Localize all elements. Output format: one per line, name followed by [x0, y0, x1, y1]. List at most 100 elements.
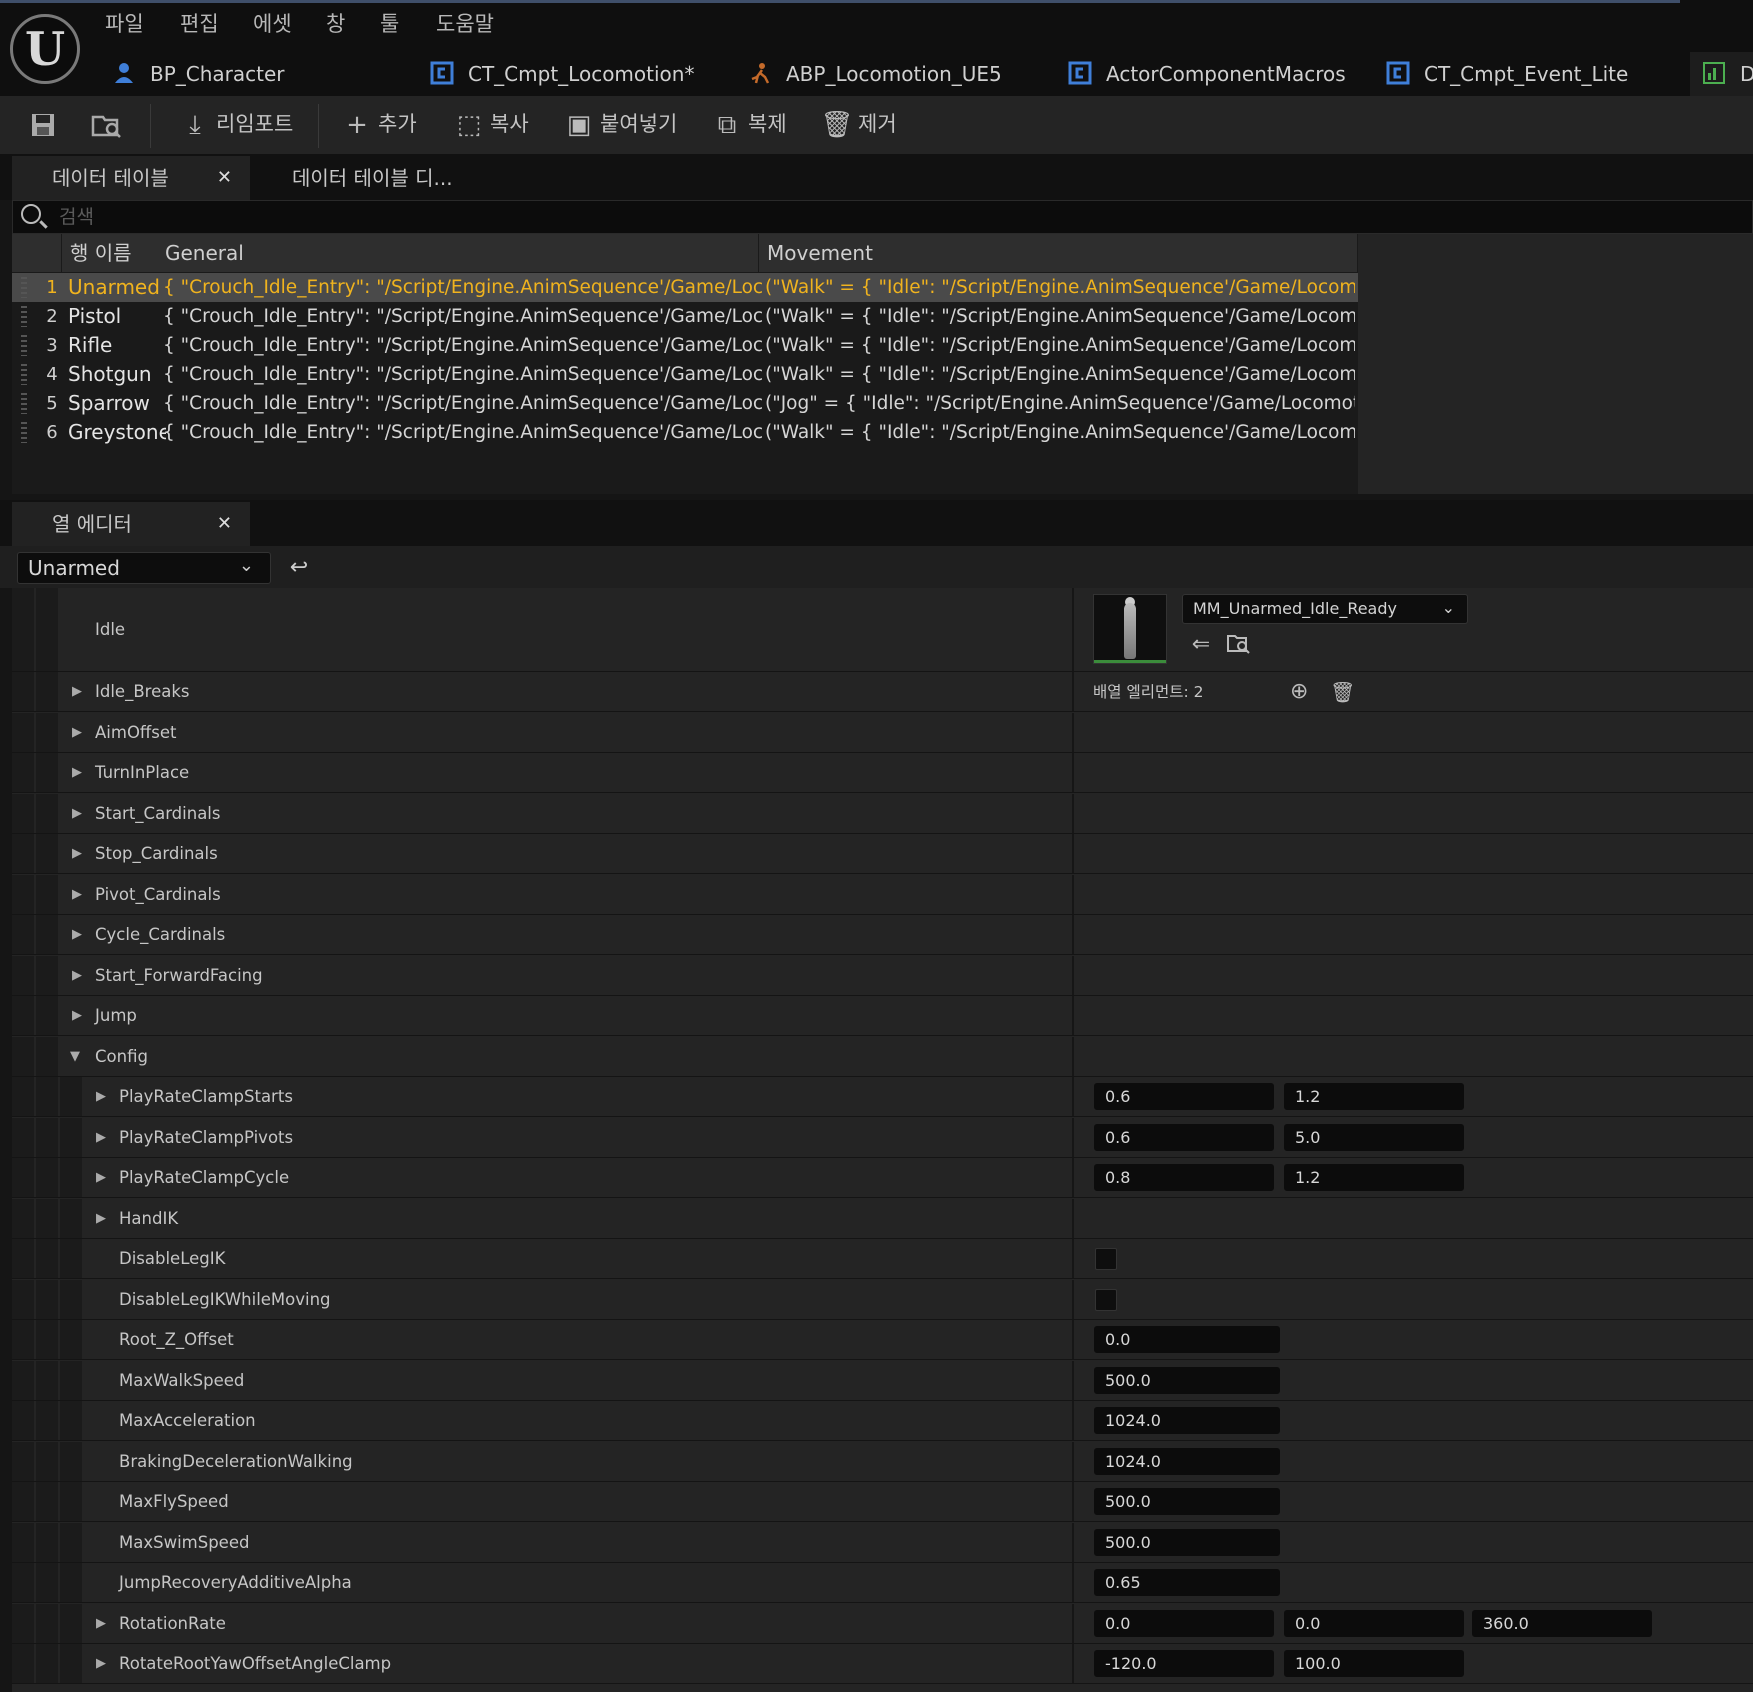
- menu-help[interactable]: 도움말: [436, 6, 494, 42]
- drag-handle-icon[interactable]: [21, 364, 27, 385]
- column-header-row-name[interactable]: 행 이름: [62, 234, 159, 272]
- numeric-field[interactable]: 500.0: [1094, 1367, 1280, 1394]
- menu-edit[interactable]: 편집: [180, 6, 219, 42]
- table-row[interactable]: 4 Shotgun { "Crouch_Idle_Entry": "/Script/…: [12, 360, 1358, 389]
- property-checkbox[interactable]: [1095, 1248, 1117, 1270]
- drag-handle-icon[interactable]: [21, 306, 27, 327]
- remove-button[interactable]: 🗑 제거: [820, 100, 896, 148]
- doc-tab-bp-character[interactable]: BP_Character: [112, 52, 285, 96]
- search-input[interactable]: [57, 203, 657, 231]
- category-row-config[interactable]: ▼ Config: [12, 1037, 1753, 1077]
- category-row-stop-cardinals[interactable]: ▶ Stop_Cardinals: [12, 834, 1753, 874]
- property-checkbox[interactable]: [1095, 1289, 1117, 1311]
- expand-arrow-icon[interactable]: ▶: [96, 1077, 106, 1117]
- expand-arrow-icon[interactable]: ▶: [72, 713, 82, 753]
- tab-data-table-diff[interactable]: 데이터 테이블 디...: [252, 156, 502, 200]
- drag-handle-icon[interactable]: [21, 335, 27, 356]
- expand-arrow-icon[interactable]: ▶: [96, 1158, 106, 1198]
- numeric-field[interactable]: 1024.0: [1094, 1448, 1280, 1475]
- table-row[interactable]: 1 Unarmed{ "Crouch_Idle_Entry": "/Script/…: [12, 273, 1358, 302]
- category-row-pivot-cardinals[interactable]: ▶ Pivot_Cardinals: [12, 875, 1753, 915]
- table-row[interactable]: 2 Pistol { "Crouch_Idle_Entry": "/Script/E…: [12, 302, 1358, 331]
- numeric-field[interactable]: 500.0: [1094, 1488, 1280, 1515]
- numeric-field[interactable]: 0.8: [1094, 1164, 1274, 1191]
- numeric-field[interactable]: 0.0: [1284, 1610, 1464, 1637]
- numeric-field[interactable]: 0.6: [1094, 1124, 1274, 1151]
- paste-button[interactable]: ▣ 붙여넣기: [562, 100, 678, 148]
- close-icon[interactable]: ✕: [217, 156, 232, 200]
- numeric-field[interactable]: 0.0: [1094, 1610, 1274, 1637]
- config-row[interactable]: ▶ PlayRateClampCycle 0.8 1.2: [12, 1158, 1753, 1198]
- doc-tab-data-table-active[interactable]: D: [1690, 52, 1753, 96]
- browse-asset-icon[interactable]: [1226, 632, 1252, 658]
- add-element-icon[interactable]: ⊕: [1290, 672, 1308, 712]
- close-icon[interactable]: ✕: [217, 502, 232, 546]
- doc-tab-abp-locomotion[interactable]: ABP_Locomotion_UE5: [748, 52, 1002, 96]
- category-row-turninplace[interactable]: ▶ TurnInPlace: [12, 753, 1753, 793]
- expand-arrow-icon[interactable]: ▶: [72, 875, 82, 915]
- reimport-button[interactable]: ⤓ 리임포트: [178, 100, 293, 148]
- drag-handle-icon[interactable]: [21, 277, 27, 298]
- expand-arrow-icon[interactable]: ▶: [72, 996, 82, 1036]
- menu-file[interactable]: 파일: [105, 6, 144, 42]
- tab-data-table[interactable]: 데이터 테이블 ✕: [12, 156, 250, 200]
- expand-arrow-icon[interactable]: ▶: [96, 1644, 106, 1684]
- numeric-field[interactable]: 1.2: [1284, 1083, 1464, 1110]
- expand-arrow-icon[interactable]: ▶: [96, 1118, 106, 1158]
- numeric-field[interactable]: 360.0: [1472, 1610, 1652, 1637]
- numeric-field[interactable]: 0.6: [1094, 1083, 1274, 1110]
- numeric-field[interactable]: 1.2: [1284, 1164, 1464, 1191]
- numeric-field[interactable]: 0.65: [1094, 1569, 1280, 1596]
- expand-arrow-icon[interactable]: ▶: [72, 915, 82, 955]
- expand-arrow-icon[interactable]: ▶: [96, 1604, 106, 1644]
- config-row[interactable]: ▶ PlayRateClampStarts 0.6 1.2: [12, 1077, 1753, 1117]
- trash-icon[interactable]: 🗑: [1330, 672, 1355, 712]
- config-row[interactable]: ▶ RotationRate 0.0 0.0 360.0: [12, 1604, 1753, 1644]
- doc-tab-actor-component-macros[interactable]: ActorComponentMacros: [1068, 52, 1346, 96]
- menu-window[interactable]: 창: [326, 6, 345, 42]
- copy-button[interactable]: ⬚ 복사: [452, 100, 529, 148]
- menu-asset[interactable]: 에셋: [253, 6, 292, 42]
- save-button[interactable]: [26, 100, 64, 148]
- column-header-movement[interactable]: Movement: [759, 234, 1358, 272]
- row-name-dropdown[interactable]: Unarmed ⌄: [17, 552, 271, 584]
- numeric-field[interactable]: 0.0: [1094, 1326, 1280, 1353]
- column-header-general[interactable]: General: [157, 234, 759, 272]
- expand-arrow-icon[interactable]: ▶: [96, 1199, 106, 1239]
- numeric-field[interactable]: 1024.0: [1094, 1407, 1280, 1434]
- add-row-button[interactable]: + 추가: [340, 100, 417, 148]
- unreal-logo-icon[interactable]: U: [10, 14, 80, 84]
- collapse-arrow-icon[interactable]: ▼: [70, 1037, 80, 1077]
- category-row-cycle-cardinals[interactable]: ▶ Cycle_Cardinals: [12, 915, 1753, 955]
- numeric-field[interactable]: 500.0: [1094, 1529, 1280, 1556]
- menu-tools[interactable]: 툴: [380, 6, 399, 42]
- expand-arrow-icon[interactable]: ▶: [72, 834, 82, 874]
- category-row-idle-breaks[interactable]: ▶ Idle_Breaks 배열 엘리먼트: 2 ⊕ 🗑: [12, 672, 1753, 712]
- browse-button[interactable]: [90, 100, 128, 148]
- reset-row-icon[interactable]: ↩: [284, 552, 314, 584]
- expand-arrow-icon[interactable]: ▶: [72, 794, 82, 834]
- config-row[interactable]: ▶ HandIK: [12, 1199, 1753, 1239]
- animation-thumbnail[interactable]: [1093, 594, 1167, 664]
- numeric-field[interactable]: 100.0: [1284, 1650, 1464, 1677]
- category-row-jump[interactable]: ▶ Jump: [12, 996, 1753, 1036]
- drag-handle-icon[interactable]: [21, 393, 27, 414]
- category-row-start-cardinals[interactable]: ▶ Start_Cardinals: [12, 794, 1753, 834]
- expand-arrow-icon[interactable]: ▶: [72, 672, 82, 712]
- drag-handle-icon[interactable]: [21, 422, 27, 443]
- config-row[interactable]: ▶ RotateRootYawOffsetAngleClamp -120.0 100.…: [12, 1644, 1753, 1684]
- doc-tab-ct-cmpt-event-lite[interactable]: CT_Cmpt_Event_Lite: [1386, 52, 1628, 96]
- use-selected-asset-icon[interactable]: ⇐: [1188, 632, 1214, 658]
- category-row-start-forwardfacing[interactable]: ▶ Start_ForwardFacing: [12, 956, 1753, 996]
- table-row[interactable]: 6 Greystone{ "Crouch_Idle_Entry": "/Scrip…: [12, 418, 1358, 447]
- config-row[interactable]: ▶ PlayRateClampPivots 0.6 5.0: [12, 1118, 1753, 1158]
- table-row[interactable]: 3 Rifle { "Crouch_Idle_Entry": "/Script/En…: [12, 331, 1358, 360]
- numeric-field[interactable]: 5.0: [1284, 1124, 1464, 1151]
- expand-arrow-icon[interactable]: ▶: [72, 753, 82, 793]
- expand-arrow-icon[interactable]: ▶: [72, 956, 82, 996]
- table-row[interactable]: 5 Sparrow { "Crouch_Idle_Entry": "/Script/…: [12, 389, 1358, 418]
- tab-row-editor[interactable]: 열 에디터 ✕: [12, 502, 250, 546]
- doc-tab-ct-cmpt-locomotion[interactable]: CT_Cmpt_Locomotion*: [430, 52, 694, 96]
- duplicate-button[interactable]: ⧉ 복제: [710, 100, 787, 148]
- numeric-field[interactable]: -120.0: [1094, 1650, 1274, 1677]
